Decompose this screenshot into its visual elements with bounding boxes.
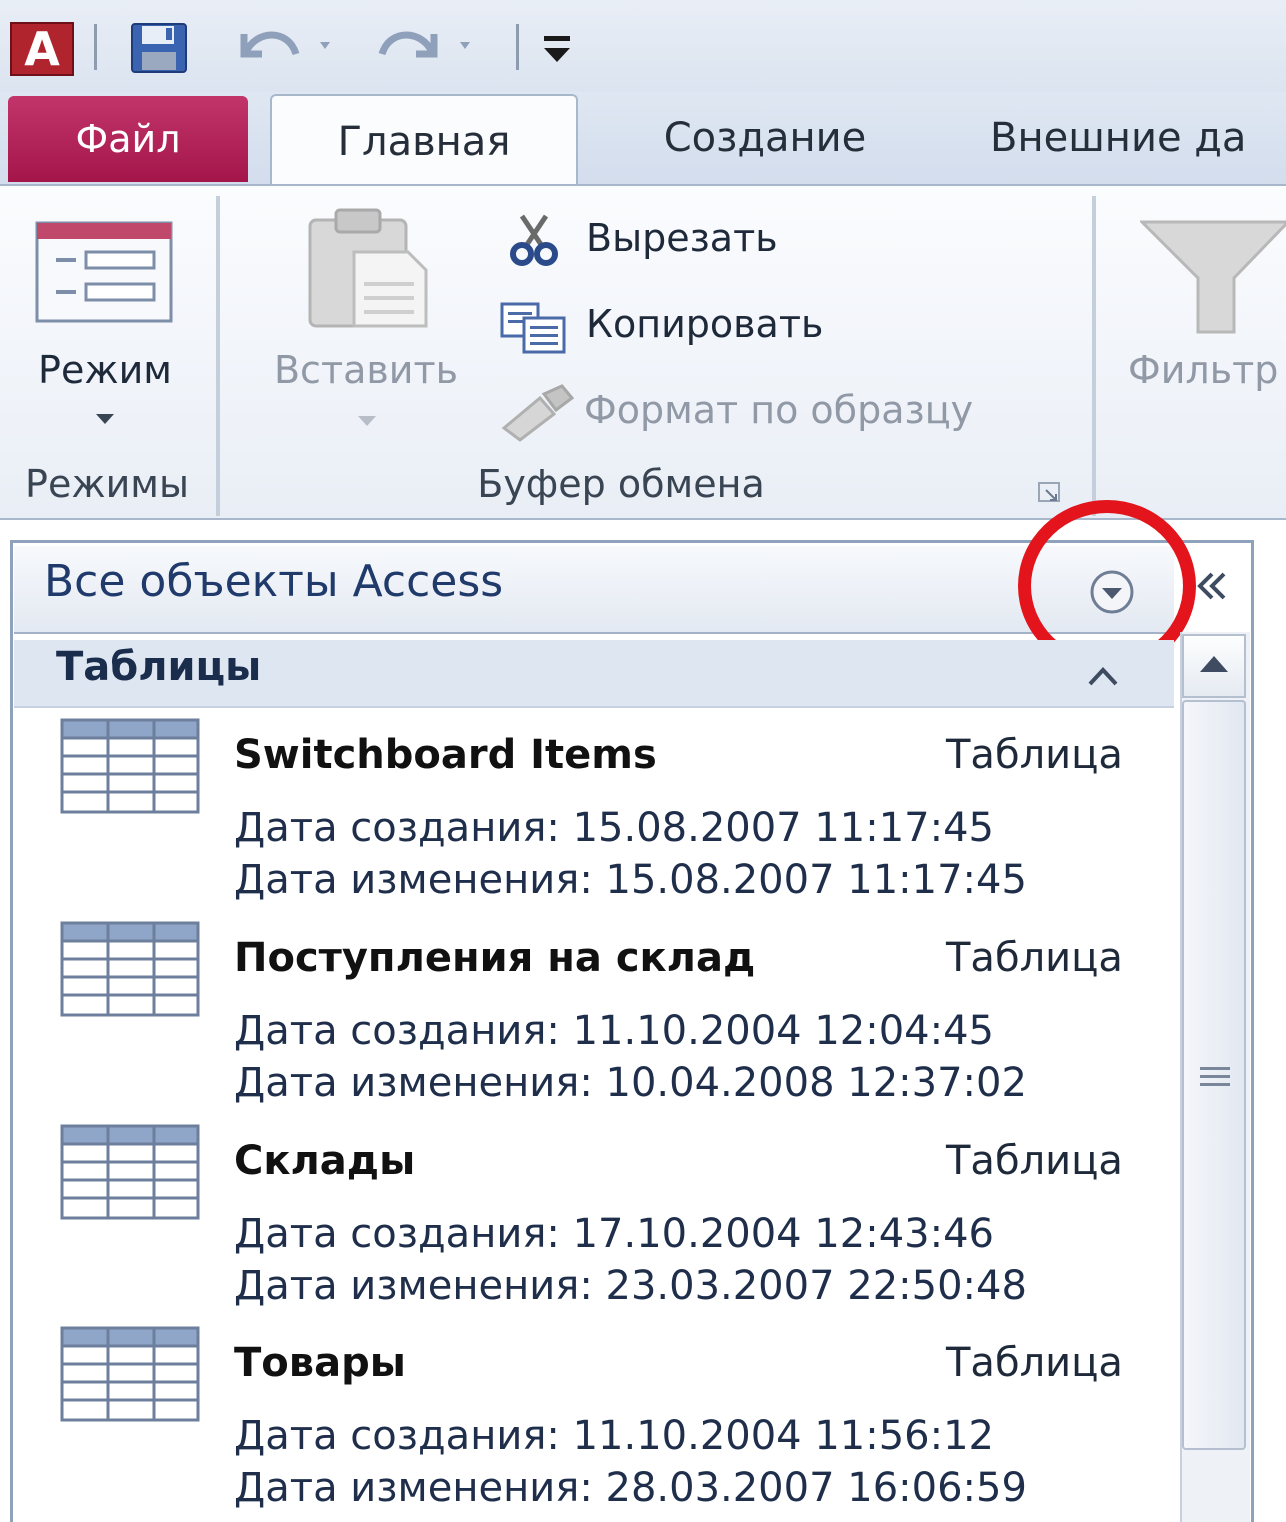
scissors-icon [510, 214, 558, 266]
format-painter-icon [501, 384, 575, 442]
cut-label: Вырезать [586, 216, 778, 260]
group-separator [1092, 196, 1096, 516]
tab-file[interactable]: Файл [8, 96, 248, 182]
list-item[interactable]: Товары Таблица Дата создания: 11.10.2004… [14, 1318, 1174, 1521]
item-created: Дата создания: 11.10.2004 12:04:45 [234, 1008, 994, 1054]
group-separator [216, 196, 220, 516]
format-painter-button[interactable]: Формат по образцу [500, 382, 1080, 442]
nav-group-title: Таблицы [56, 644, 262, 690]
paste-button-label: Вставить [273, 348, 458, 392]
tab-external-data[interactable]: Внешние да [990, 92, 1286, 184]
item-name: Поступления на склад [234, 935, 756, 981]
item-created: Дата создания: 15.08.2007 11:17:45 [234, 805, 994, 851]
quick-access-toolbar: A [0, 0, 1286, 92]
triangle-up-icon [1200, 656, 1228, 672]
scroll-grip-icon [1200, 1067, 1230, 1086]
chevron-down-icon [96, 414, 114, 424]
item-modified: Дата изменения: 23.03.2007 22:50:48 [234, 1263, 1027, 1309]
list-item[interactable]: Склады Таблица Дата создания: 17.10.2004… [14, 1118, 1174, 1321]
nav-pane-title: Все объекты Access [44, 556, 504, 607]
item-type: Таблица [946, 1340, 1123, 1386]
views-button-label: Режим [38, 348, 172, 392]
ribbon-panel: Режим Режимы Вставить Вырезать Копироват… [0, 184, 1286, 520]
group-label-clipboard: Буфер обмена [477, 462, 765, 506]
copy-button[interactable]: Копировать [500, 296, 900, 356]
form-view-icon [35, 221, 173, 323]
paste-button[interactable]: Вставить [236, 186, 486, 446]
item-modified: Дата изменения: 10.04.2008 12:37:02 [234, 1060, 1027, 1106]
tab-home[interactable]: Главная [270, 94, 578, 186]
dialog-launcher-icon[interactable] [1036, 480, 1064, 504]
item-created: Дата создания: 11.10.2004 11:56:12 [234, 1413, 994, 1459]
undo-icon[interactable] [232, 20, 342, 70]
copy-label: Копировать [586, 302, 824, 346]
clipboard-icon [308, 208, 428, 328]
cut-button[interactable]: Вырезать [500, 210, 840, 270]
item-type: Таблица [946, 935, 1123, 981]
save-icon[interactable] [128, 22, 192, 74]
access-logo-icon[interactable]: A [10, 22, 74, 76]
ribbon-tab-bar: Файл Главная Создание Внешние да [0, 92, 1286, 186]
list-item[interactable]: Switchboard Items Таблица Дата создания:… [14, 712, 1174, 915]
tab-create[interactable]: Создание [600, 92, 930, 184]
chevron-up-icon[interactable] [1086, 664, 1120, 688]
group-label-views: Режимы [25, 462, 189, 506]
table-icon [60, 718, 200, 814]
item-created: Дата создания: 17.10.2004 12:43:46 [234, 1211, 994, 1257]
item-modified: Дата изменения: 28.03.2007 16:06:59 [234, 1465, 1027, 1511]
table-icon [60, 921, 200, 1017]
item-name: Склады [234, 1138, 416, 1184]
item-name: Товары [234, 1340, 406, 1386]
item-modified: Дата изменения: 15.08.2007 11:17:45 [234, 857, 1027, 903]
item-name: Switchboard Items [234, 732, 657, 778]
table-icon [60, 1326, 200, 1422]
redo-icon[interactable] [372, 20, 482, 70]
scroll-up-button[interactable] [1182, 634, 1246, 698]
item-type: Таблица [946, 732, 1123, 778]
filter-button[interactable]: Фильтр [1110, 186, 1286, 456]
copy-icon [500, 302, 566, 354]
table-icon [60, 1124, 200, 1220]
list-item[interactable]: Поступления на склад Таблица Дата создан… [14, 915, 1174, 1118]
customize-toolbar-icon[interactable] [538, 28, 576, 68]
filter-button-label: Фильтр [1128, 348, 1279, 392]
format-painter-label: Формат по образцу [584, 388, 974, 432]
toolbar-separator [516, 24, 519, 70]
chevron-down-icon [358, 416, 376, 426]
toolbar-separator [94, 24, 97, 70]
item-type: Таблица [946, 1138, 1123, 1184]
filter-funnel-icon [1140, 220, 1286, 334]
